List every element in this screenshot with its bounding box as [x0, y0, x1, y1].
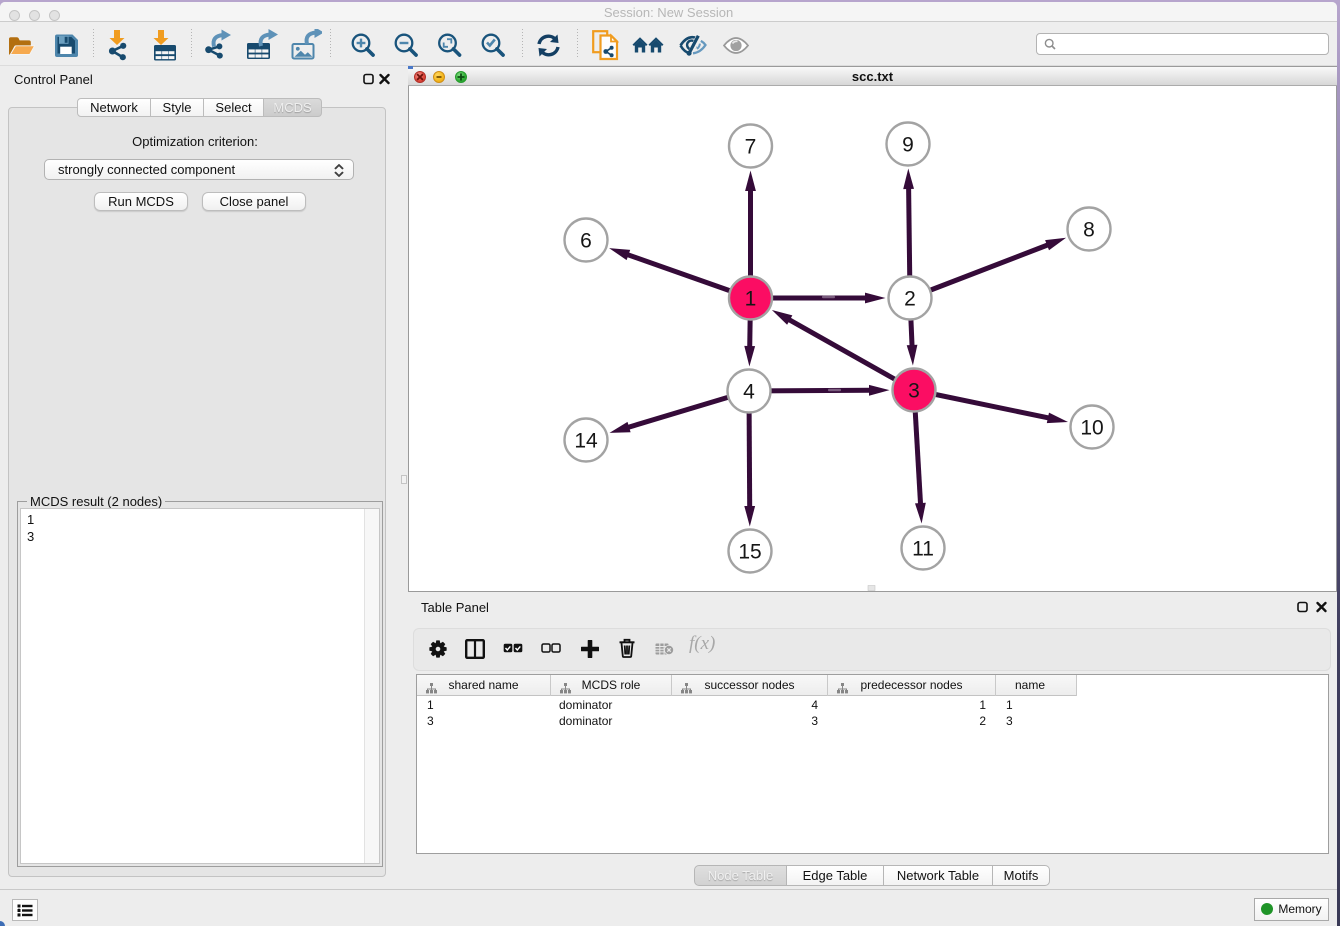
svg-text:2: 2 [904, 287, 916, 310]
svg-text:10: 10 [1080, 416, 1103, 439]
svg-text:4: 4 [743, 380, 755, 403]
svg-text:7: 7 [745, 135, 757, 158]
svg-text:14: 14 [574, 429, 598, 452]
svg-text:15: 15 [738, 540, 761, 563]
svg-text:1: 1 [745, 287, 757, 310]
svg-text:6: 6 [580, 229, 592, 252]
svg-text:9: 9 [902, 133, 914, 156]
svg-text:8: 8 [1083, 218, 1095, 241]
svg-text:11: 11 [912, 537, 934, 560]
svg-text:3: 3 [908, 379, 920, 402]
